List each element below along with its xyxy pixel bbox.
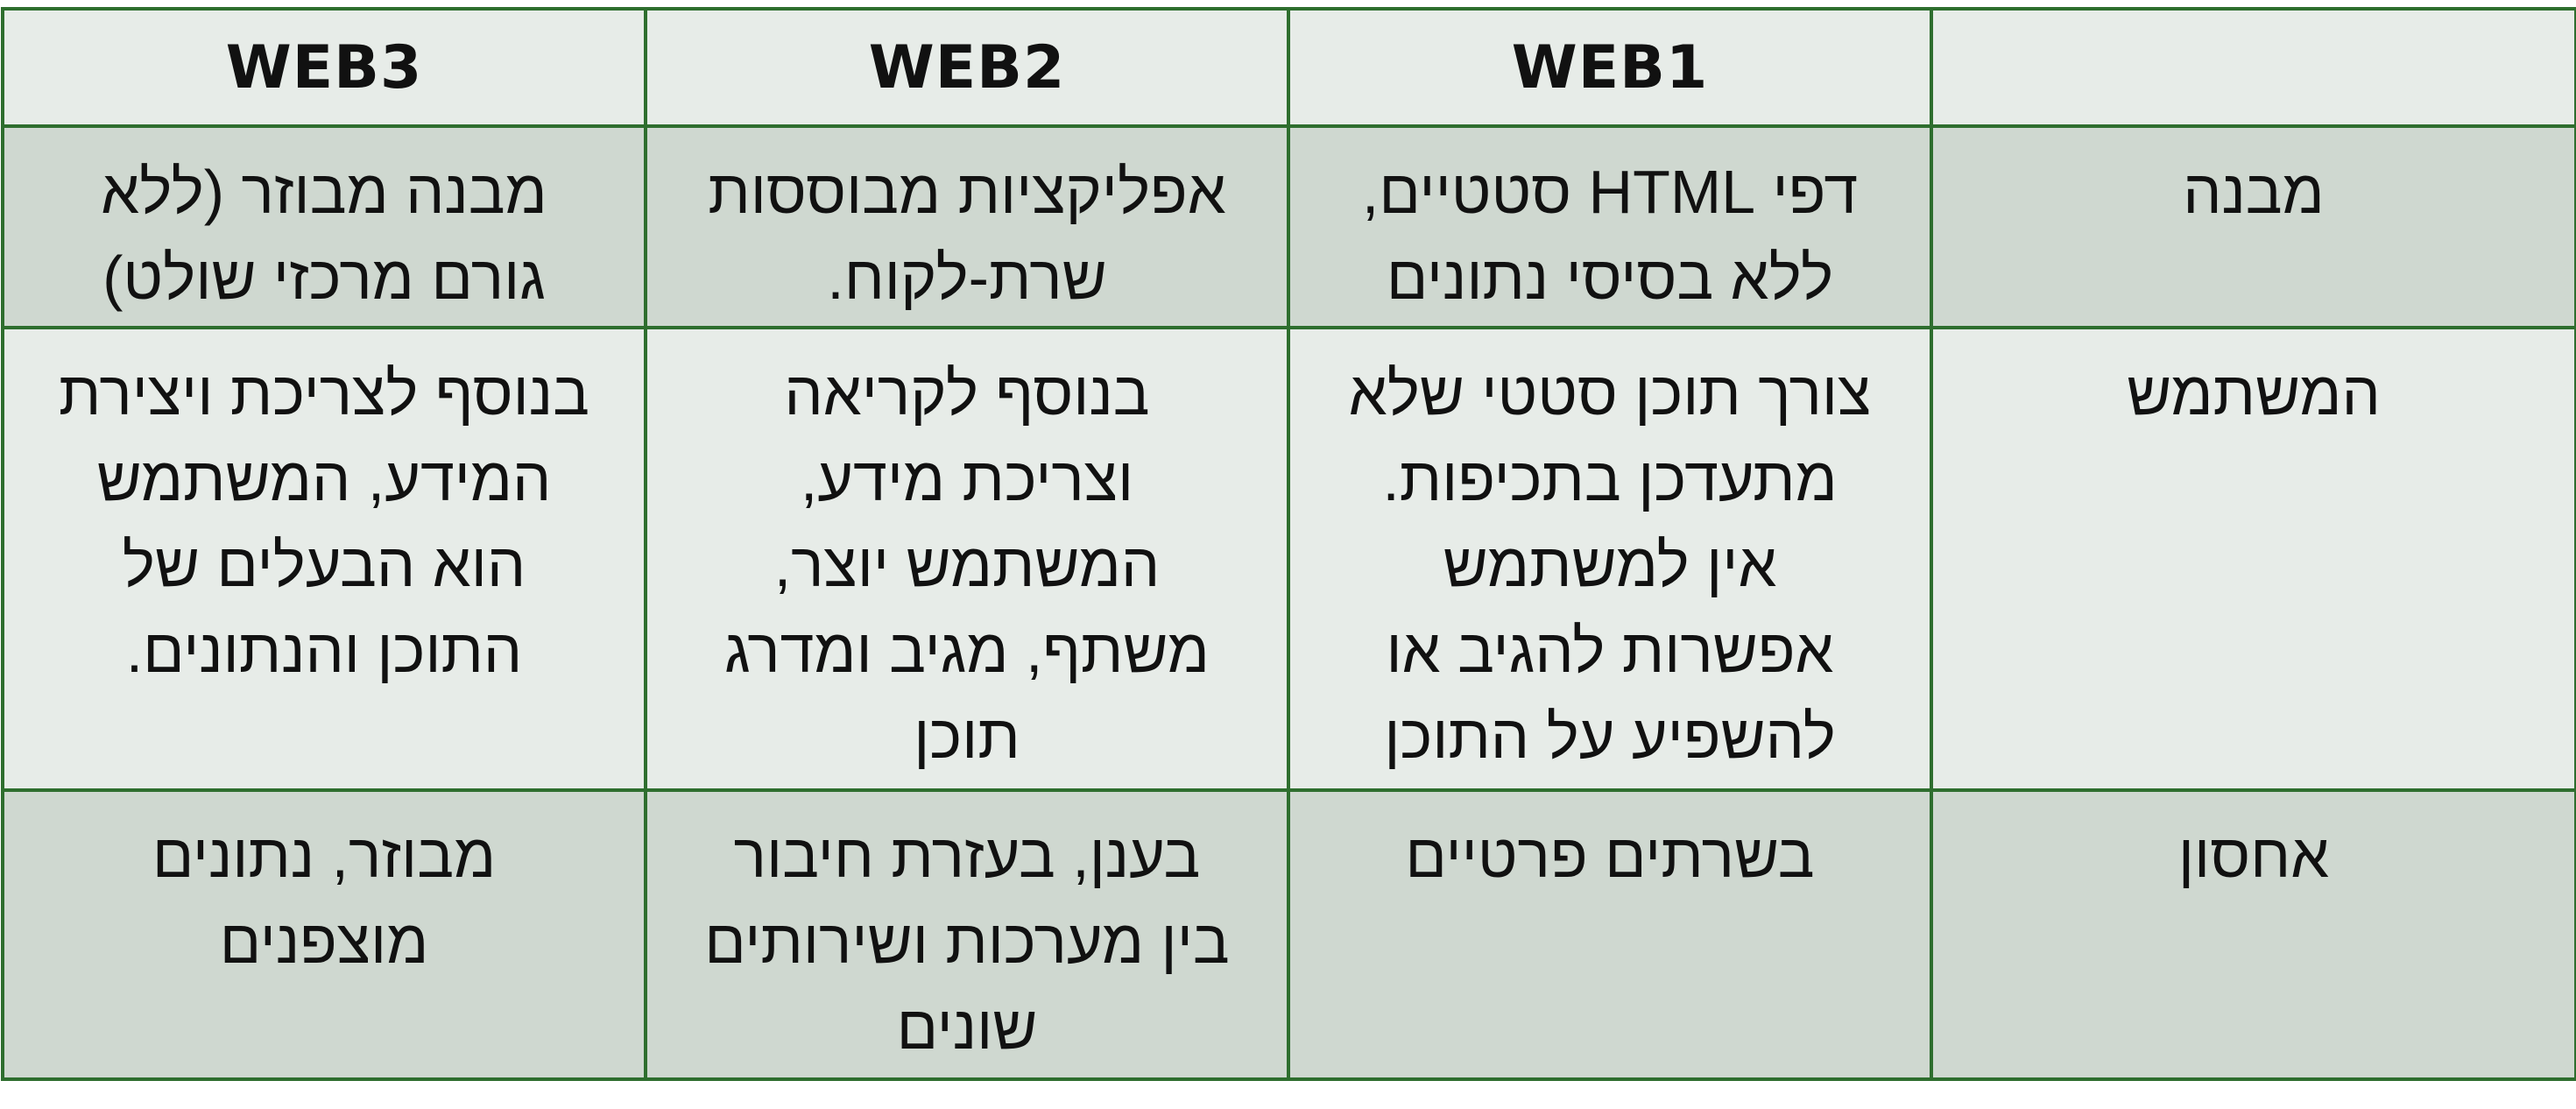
row-label-user: המשתמש	[1930, 326, 2576, 792]
cell-text: מבוזר, נתונים מוצפנים	[152, 822, 497, 976]
cell-web2-user: בנוסף לקריאה וצריכת מידע, המשתמש יוצר, מ…	[644, 326, 1290, 792]
cell-web1-structure: דפי HTML סטטיים, ללא בסיסי נתונים	[1287, 124, 1933, 329]
row-label-structure: מבנה	[1930, 124, 2576, 329]
cell-text: בשרתים פרטיים	[1405, 822, 1815, 890]
row-label-text: אחסון	[2177, 822, 2330, 890]
header-web3: WEB3	[1, 7, 647, 128]
web-comparison-table: WEB3 WEB2 WEB1 מבנה מבוזר (ללא גורם מרכז…	[1, 7, 2576, 1081]
table-row-structure: מבנה מבוזר (ללא גורם מרכזי שולט) אפליקצי…	[1, 124, 2576, 329]
row-label-text: מבנה	[2183, 158, 2325, 226]
table-row-storage: מבוזר, נתונים מוצפנים בענן, בעזרת חיבור …	[1, 788, 2576, 1081]
header-web2: WEB2	[644, 7, 1290, 128]
cell-text: בנוסף לצריכת ויצירת המידע, המשתמש הוא הב…	[59, 359, 589, 685]
cell-text: בענן, בעזרת חיבור בין מערכות ושירותים שו…	[704, 822, 1230, 1062]
cell-text: דפי HTML סטטיים, ללא בסיסי נתונים	[1361, 158, 1859, 312]
cell-web1-user: צורך תוכן סטטי שלא מתעדכן בתכיפות. אין ל…	[1287, 326, 1933, 792]
row-label-storage: אחסון	[1930, 788, 2576, 1081]
cell-web3-structure: מבנה מבוזר (ללא גורם מרכזי שולט)	[1, 124, 647, 329]
cell-text: בנוסף לקריאה וצריכת מידע, המשתמש יוצר, מ…	[724, 359, 1210, 771]
cell-web3-user: בנוסף לצריכת ויצירת המידע, המשתמש הוא הב…	[1, 326, 647, 792]
header-empty	[1930, 7, 2576, 128]
cell-web2-structure: אפליקציות מבוססות שרת-לקוח.	[644, 124, 1290, 329]
cell-text: צורך תוכן סטטי שלא מתעדכן בתכיפות. אין ל…	[1348, 359, 1872, 771]
cell-web2-storage: בענן, בעזרת חיבור בין מערכות ושירותים שו…	[644, 788, 1290, 1081]
table-header-row: WEB3 WEB2 WEB1	[1, 7, 2576, 128]
row-label-text: המשתמש	[2127, 359, 2381, 427]
table-row-user: בנוסף לצריכת ויצירת המידע, המשתמש הוא הב…	[1, 326, 2576, 792]
cell-web1-storage: בשרתים פרטיים	[1287, 788, 1933, 1081]
cell-text: מבנה מבוזר (ללא גורם מרכזי שולט)	[101, 158, 547, 312]
comparison-table-container: WEB3 WEB2 WEB1 מבנה מבוזר (ללא גורם מרכז…	[0, 7, 2576, 1081]
cell-text: אפליקציות מבוססות שרת-לקוח.	[708, 158, 1226, 312]
header-web1: WEB1	[1287, 7, 1933, 128]
cell-web3-storage: מבוזר, נתונים מוצפנים	[1, 788, 647, 1081]
